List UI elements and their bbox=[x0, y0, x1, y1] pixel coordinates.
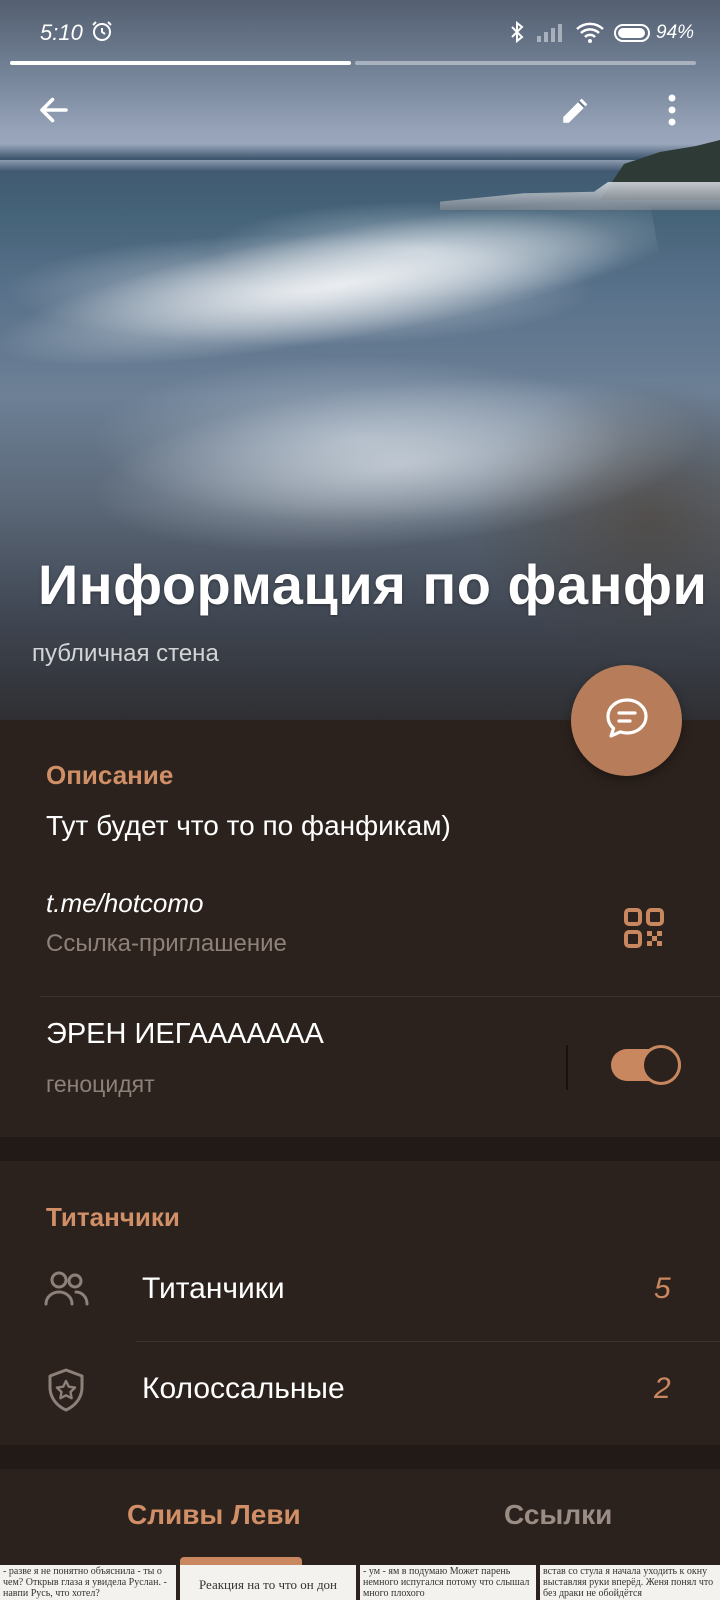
invite-link-label: Ссылка-приглашение bbox=[46, 930, 287, 957]
tab-links[interactable]: Ссылки bbox=[504, 1499, 612, 1531]
divider bbox=[136, 1341, 720, 1342]
section-gap bbox=[0, 1445, 720, 1469]
wifi-icon bbox=[575, 20, 605, 50]
arrow-left-icon bbox=[36, 92, 72, 128]
status-bar: 5:10 94% bbox=[0, 0, 720, 64]
progress-segment-2 bbox=[355, 61, 696, 65]
shield-star-icon bbox=[42, 1366, 90, 1414]
setting-separator bbox=[566, 1045, 568, 1090]
progress-segment-1 bbox=[10, 61, 351, 65]
media-thumb[interactable]: - разве я не понятно объяснила - ты о че… bbox=[0, 1565, 176, 1600]
members-row-label[interactable]: Титанчики bbox=[142, 1272, 285, 1306]
setting-title[interactable]: ЭРЕН ИЕГААААААА bbox=[46, 1018, 324, 1051]
page-title: Информация по фанфи bbox=[38, 553, 708, 616]
divider bbox=[40, 996, 720, 997]
setting-toggle[interactable] bbox=[611, 1045, 681, 1085]
signal-icon bbox=[536, 22, 564, 48]
media-thumb[interactable]: встав со стула я начала уходить к окну в… bbox=[540, 1565, 720, 1600]
media-thumb[interactable]: - ум - ям в подумаю Может парень немного… bbox=[360, 1565, 536, 1600]
alarm-icon bbox=[90, 19, 114, 49]
more-button[interactable] bbox=[648, 86, 696, 134]
description-header: Описание bbox=[46, 760, 174, 790]
invite-link[interactable]: t.me/hotcomo bbox=[46, 888, 204, 919]
media-tabs: Сливы Леви Ссылки bbox=[0, 1469, 720, 1565]
people-icon bbox=[42, 1266, 90, 1314]
colossal-row-count: 2 bbox=[654, 1372, 671, 1405]
page-subtitle: публичная стена bbox=[32, 640, 219, 667]
toggle-knob bbox=[641, 1045, 681, 1085]
chat-bubble-icon bbox=[602, 693, 652, 748]
media-grid: - разве я не понятно объяснила - ты о че… bbox=[0, 1565, 720, 1600]
status-time: 5:10 bbox=[40, 20, 83, 45]
members-row-count: 5 bbox=[654, 1272, 671, 1305]
edit-button[interactable] bbox=[552, 86, 600, 134]
section-gap bbox=[0, 1137, 720, 1161]
tab-levi-leaks[interactable]: Сливы Леви bbox=[127, 1499, 301, 1531]
battery-percent: 94% bbox=[656, 22, 695, 43]
more-vert-icon bbox=[666, 93, 678, 127]
bluetooth-icon bbox=[509, 20, 525, 50]
qr-code-icon[interactable] bbox=[624, 908, 664, 948]
description-text: Тут будет что то по фанфикам) bbox=[46, 810, 451, 841]
setting-subtitle: геноцидят bbox=[46, 1071, 155, 1097]
media-thumb[interactable]: Реакция на то что он дон bbox=[180, 1565, 356, 1600]
story-progress bbox=[10, 61, 696, 65]
battery-icon bbox=[614, 24, 650, 42]
discussion-button[interactable] bbox=[571, 665, 682, 776]
tab-indicator bbox=[180, 1557, 302, 1565]
colossal-row-label[interactable]: Колоссальные bbox=[142, 1372, 345, 1406]
back-button[interactable] bbox=[30, 86, 78, 134]
pencil-icon bbox=[559, 93, 593, 127]
members-header: Титанчики bbox=[46, 1202, 180, 1232]
